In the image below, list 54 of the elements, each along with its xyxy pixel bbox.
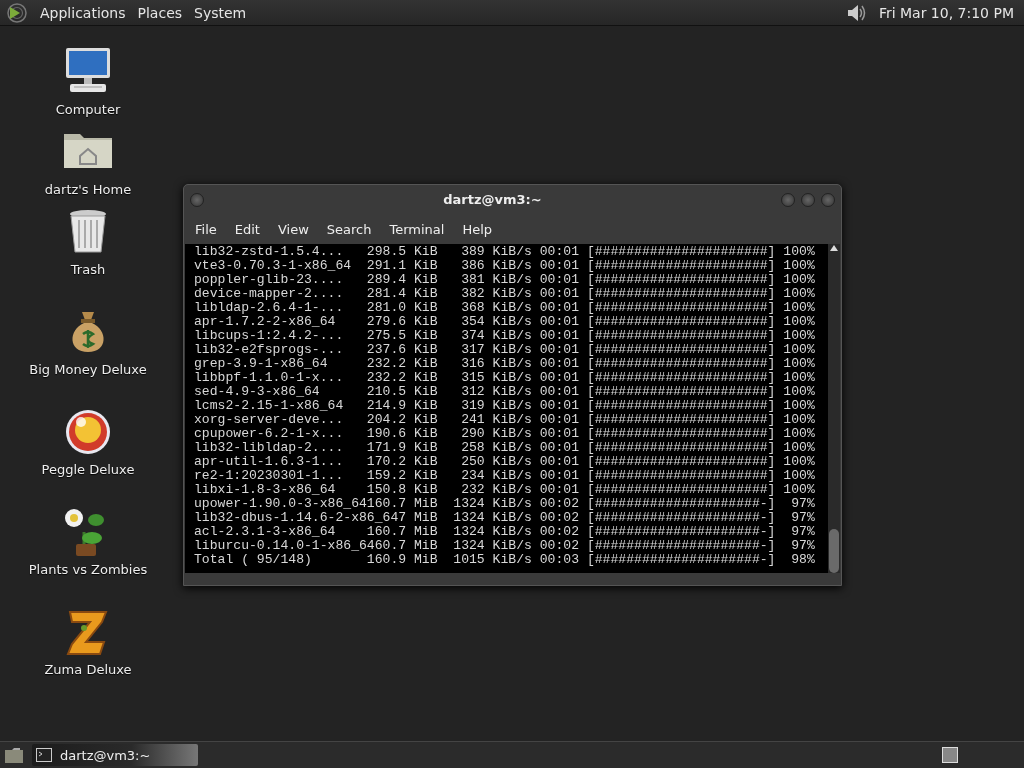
terminal-line: sed-4.9-3-x86_64 210.5 KiB 312 KiB/s 00:01 [######################] 100% (194, 385, 815, 399)
menu-item[interactable]: File (186, 217, 226, 241)
menu-item[interactable]: Terminal (380, 217, 454, 241)
terminal-line: libcups-1:2.4.2-... 275.5 KiB 374 KiB/s 00:01 [######################] 100% (194, 329, 815, 343)
terminal-line: Total ( 95/148) 160.9 MiB 1015 KiB/s 00:03 [#####################-] 98% (194, 553, 815, 567)
scrollbar-thumb[interactable] (829, 529, 839, 573)
taskbar-button[interactable]: dartz@vm3:~ (32, 744, 198, 766)
terminal-line: vte3-0.70.3-1-x86_64 291.1 KiB 386 KiB/s 00:01 [######################] 100% (194, 259, 815, 273)
desktop-icon-label[interactable]: Trash (70, 262, 106, 277)
panel-menu[interactable]: Places (137, 4, 183, 21)
terminal-line: apr-1.7.2-2-x86_64 279.6 KiB 354 KiB/s 00:01 [######################] 100% (194, 315, 815, 329)
terminal-line: lcms2-2.15-1-x86_64 214.9 KiB 319 KiB/s 00:01 [######################] 100% (194, 399, 815, 413)
terminal-line: acl-2.3.1-3-x86_64 160.7 MiB 1324 KiB/s 00:02 [#####################-] 97% (194, 525, 815, 539)
terminal-line: lib32-e2fsprogs-... 237.6 KiB 317 KiB/s 00:01 [######################] 100% (194, 343, 815, 357)
window-menu-button[interactable] (190, 192, 204, 207)
terminal-line: libxi-1.8-3-x86_64 150.8 KiB 232 KiB/s 00:01 [######################] 100% (194, 483, 815, 497)
terminal-line: grep-3.9-1-x86_64 232.2 KiB 316 KiB/s 00:01 [######################] 100% (194, 357, 815, 371)
terminal-line: lib32-zstd-1.5.4... 298.5 KiB 389 KiB/s 00:01 [######################] 100% (194, 245, 815, 259)
terminal-line: upower-1.90.0-3-x86_64160.7 MiB 1324 KiB/s 00:02 [#####################-] 97% (194, 497, 815, 511)
clock[interactable]: Fri Mar 10, 7:10 PM (878, 4, 1014, 21)
desktop-icon-label[interactable]: Computer (55, 102, 121, 117)
menu-item[interactable]: Search (317, 217, 381, 241)
terminal-line: libbpf-1.1.0-1-x... 232.2 KiB 315 KiB/s 00:01 [######################] 100% (194, 371, 815, 385)
terminal-line: libldap-2.6.4-1-... 281.0 KiB 368 KiB/s 00:01 [######################] 100% (194, 301, 815, 315)
terminal-line: apr-util-1.6.3-1... 170.2 KiB 250 KiB/s 00:01 [######################] 100% (194, 455, 815, 469)
scrollbar[interactable] (828, 244, 840, 573)
menu-item[interactable]: Help (453, 217, 502, 241)
distro-logo-icon[interactable] (6, 1, 28, 24)
terminal-line: lib32-dbus-1.14.6-2-x86_647 MiB 1324 KiB/s 00:02 [#####################-] 97% (194, 511, 815, 525)
menu-item[interactable]: View (268, 217, 318, 241)
desktop-icon-label[interactable]: Big Money Deluxe (29, 362, 147, 377)
desktop-icon-label[interactable]: Peggle Deluxe (41, 462, 135, 477)
window-title: dartz@vm3:~ (442, 192, 543, 207)
terminal-line: poppler-glib-23.... 289.4 KiB 381 KiB/s 00:01 [######################] 100% (194, 273, 815, 287)
desktop-icon-label[interactable]: Plants vs Zombies (28, 562, 148, 577)
terminal-area[interactable] (185, 244, 840, 573)
terminal-icon (36, 748, 52, 762)
terminal-line: cpupower-6.2-1-x... 190.6 KiB 290 KiB/s 00:01 [######################] 100% (194, 427, 815, 441)
show-desktop-icon[interactable] (4, 746, 24, 764)
desktop-icon-label[interactable]: dartz's Home (44, 182, 132, 197)
menu-item[interactable]: Edit (225, 217, 269, 241)
terminal-line: lib32-libldap-2.... 171.9 KiB 258 KiB/s 00:01 [######################] 100% (194, 441, 815, 455)
panel-menu[interactable]: Applications (40, 4, 126, 21)
minimize-button[interactable] (781, 192, 795, 207)
terminal-line: re2-1:20230301-1... 159.2 KiB 234 KiB/s 00:01 [######################] 100% (194, 469, 815, 483)
scroll-up-icon[interactable] (829, 244, 839, 252)
workspace-switcher[interactable] (942, 747, 958, 763)
close-button[interactable] (821, 192, 835, 207)
panel-menu[interactable]: System (194, 4, 247, 21)
maximize-button[interactable] (801, 192, 815, 207)
terminal-line: device-mapper-2.... 281.4 KiB 382 KiB/s 00:01 [######################] 100% (194, 287, 815, 301)
terminal-line: liburcu-0.14.0-1-x86_6460.7 MiB 1324 KiB/s 00:02 [#####################-] 97% (194, 539, 815, 553)
desktop-icon-label[interactable]: Zuma Deluxe (44, 662, 132, 677)
terminal-line: xorg-server-deve... 204.2 KiB 241 KiB/s 00:01 [######################] 100% (194, 413, 815, 427)
